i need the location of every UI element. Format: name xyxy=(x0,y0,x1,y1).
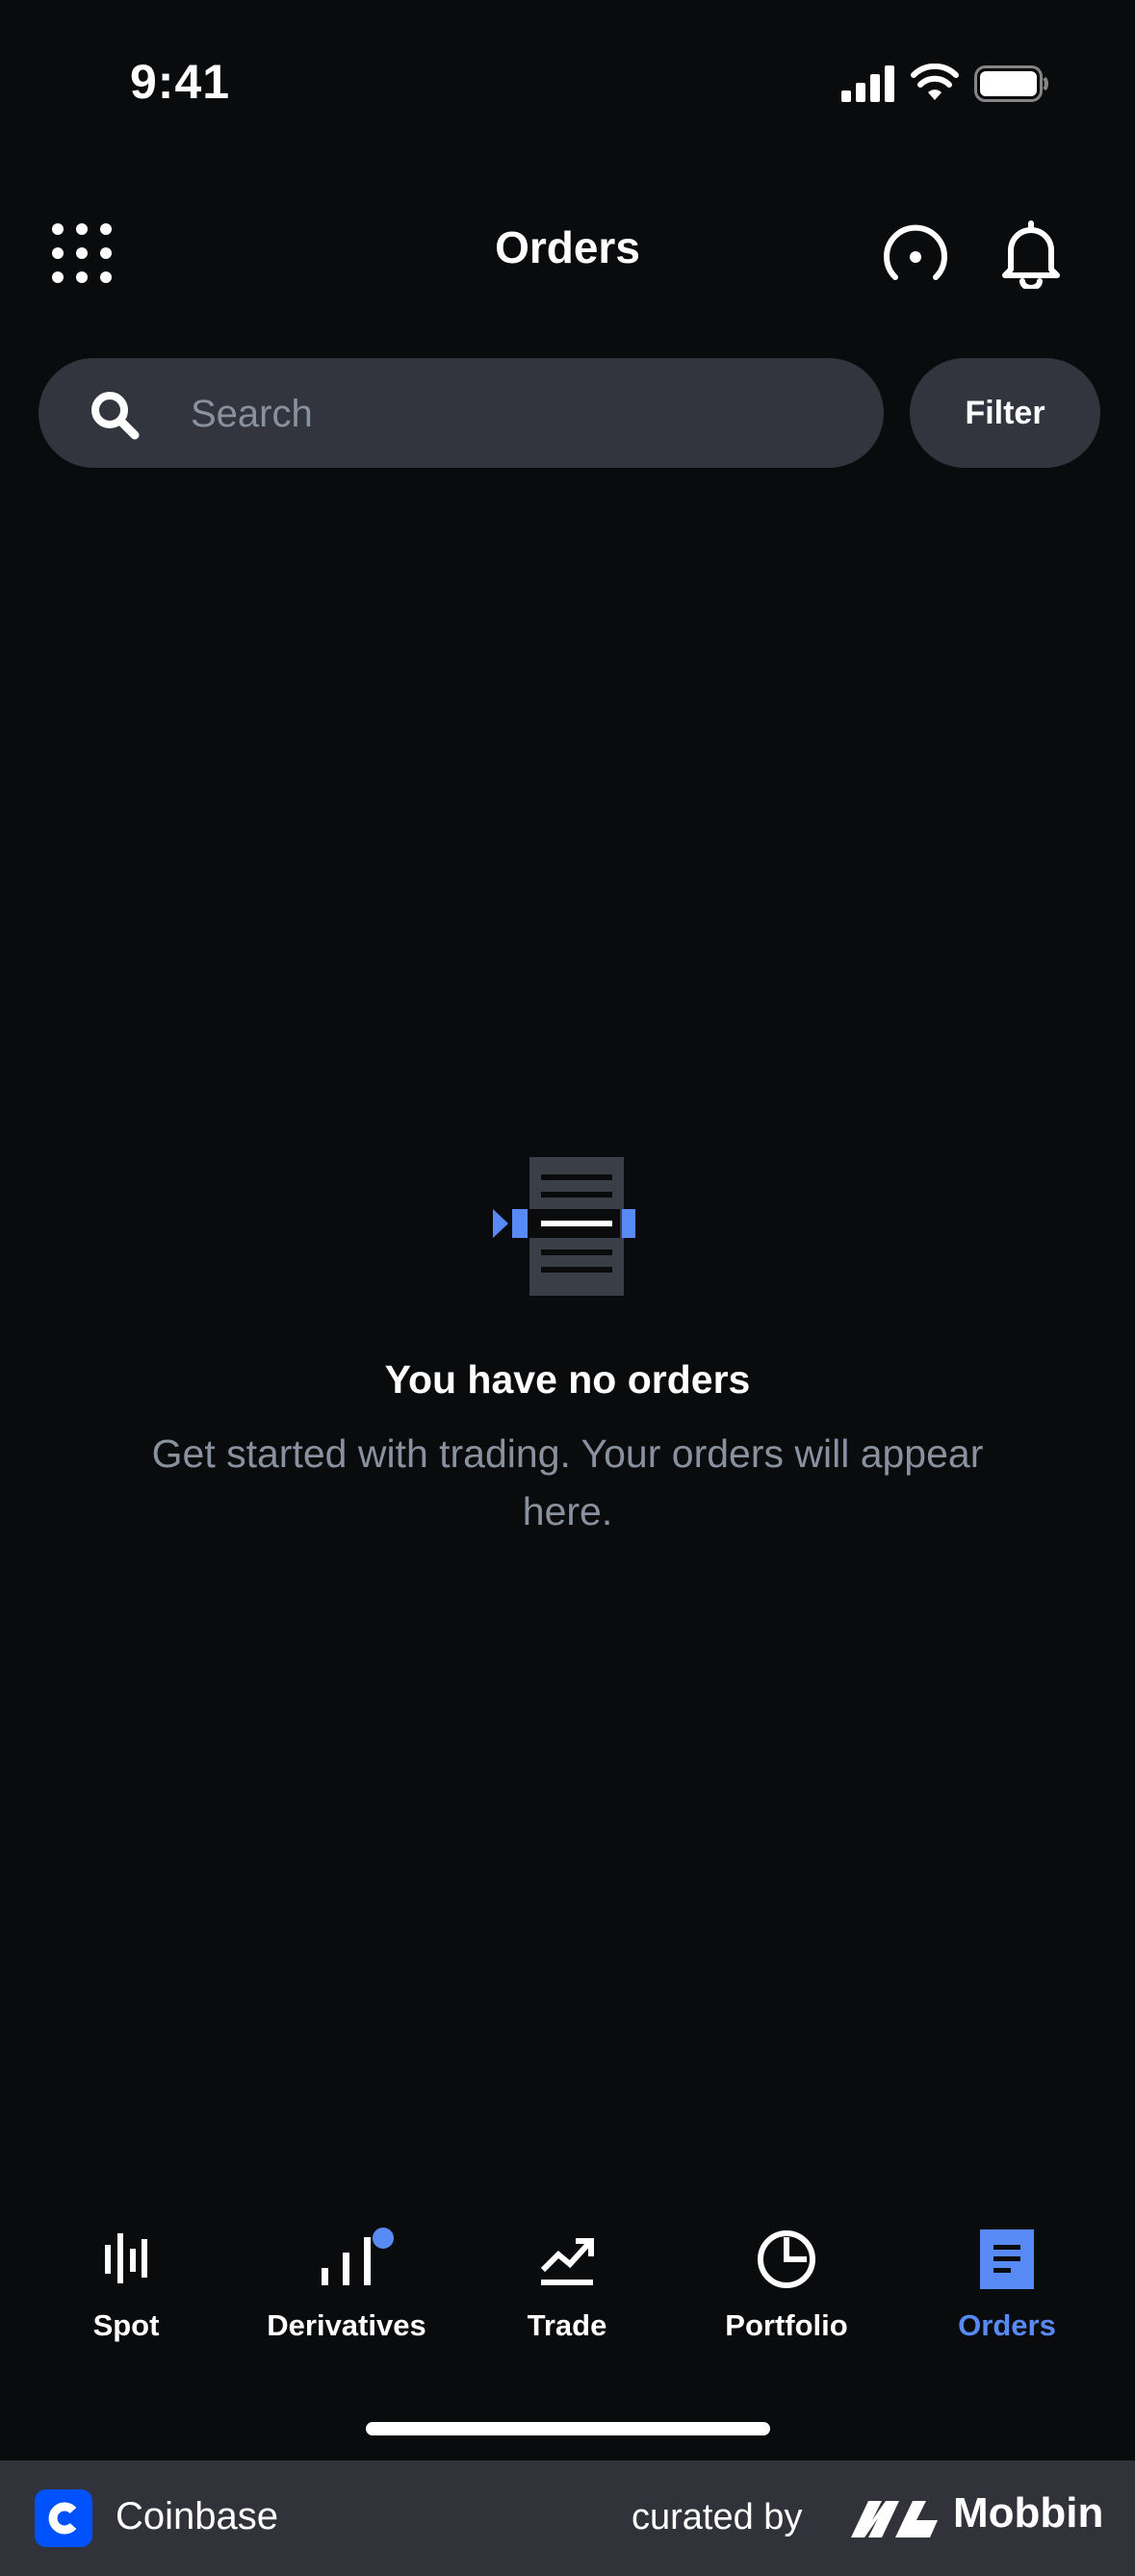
tab-label-orders: Orders xyxy=(958,2308,1056,2342)
coinbase-logo-icon xyxy=(35,2489,92,2547)
mobbin-logo-icon xyxy=(851,2501,938,2537)
status-time: 9:41 xyxy=(130,55,231,109)
empty-orders-illustration-icon xyxy=(493,1157,635,1296)
home-indicator xyxy=(366,2422,770,2435)
search-icon xyxy=(91,392,140,440)
derivatives-badge xyxy=(373,2228,394,2249)
page-title: Orders xyxy=(495,222,640,272)
empty-state-description: Get started with trading. Your orders wi… xyxy=(151,1431,984,1533)
footer-curated-by: curated by xyxy=(632,2497,803,2537)
search-input[interactable] xyxy=(189,379,847,449)
filter-button[interactable]: Filter xyxy=(910,358,1100,468)
tab-derivatives[interactable]: Derivatives xyxy=(241,2214,452,2358)
footer-bar: Coinbase curated by Mobbin xyxy=(0,2460,1135,2576)
gauge-icon[interactable] xyxy=(882,221,949,289)
empty-state-title: You have no orders xyxy=(384,1357,751,1402)
bar-chart-icon xyxy=(322,2237,371,2285)
tab-label-derivatives: Derivatives xyxy=(267,2308,426,2342)
pie-chart-icon xyxy=(758,2230,815,2288)
battery-icon xyxy=(974,65,1048,102)
tab-trade[interactable]: Trade xyxy=(461,2214,673,2358)
tab-orders[interactable]: Orders xyxy=(901,2214,1113,2358)
status-bar: 9:41 xyxy=(0,0,1135,164)
orders-screen: 9:41 Orders Search Filter You have no or… xyxy=(0,0,1135,2576)
wifi-icon xyxy=(911,64,959,100)
tab-label-trade: Trade xyxy=(527,2308,607,2342)
footer-mobbin: Mobbin xyxy=(953,2489,1104,2537)
candlestick-icon xyxy=(105,2233,147,2283)
bottom-tab-bar: Spot Derivatives Trade Portfolio Orders xyxy=(0,2214,1135,2368)
notification-bell-icon[interactable] xyxy=(1001,219,1061,289)
trend-up-icon xyxy=(540,2238,594,2285)
app-header: Orders xyxy=(0,193,1135,308)
document-icon xyxy=(980,2229,1034,2289)
footer-brand-name: Coinbase xyxy=(116,2495,279,2537)
tab-label-portfolio: Portfolio xyxy=(725,2308,848,2342)
tab-spot[interactable]: Spot xyxy=(20,2214,232,2358)
tab-label-spot: Spot xyxy=(92,2308,160,2342)
cellular-signal-icon xyxy=(841,65,894,102)
search-bar[interactable] xyxy=(39,358,884,468)
tab-portfolio[interactable]: Portfolio xyxy=(681,2214,892,2358)
